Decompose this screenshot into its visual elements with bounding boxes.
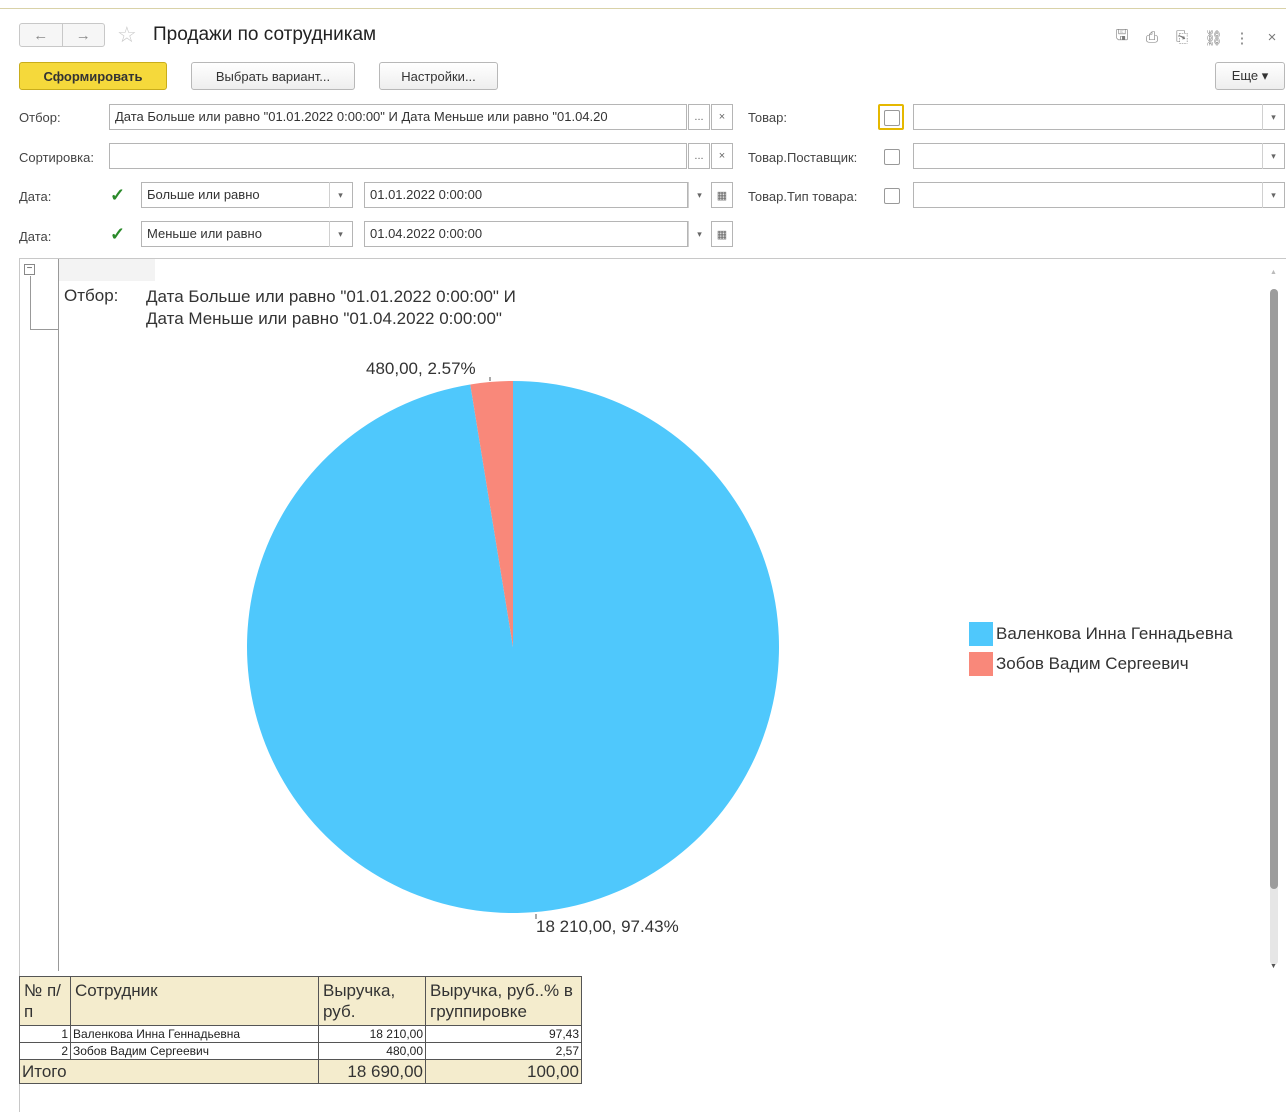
legend-label: Валенкова Инна Геннадьевна	[996, 624, 1233, 643]
settings-button[interactable]: Настройки...	[379, 62, 498, 90]
more-vertical-icon[interactable]: ⋮	[1234, 29, 1250, 47]
product-supplier-label: Товар.Поставщик:	[748, 150, 858, 165]
scroll-thumb[interactable]	[1270, 289, 1278, 889]
favorite-star-icon[interactable]: ☆	[117, 21, 137, 49]
cell-number: 1	[19, 1025, 71, 1043]
table-row[interactable]: 1 Валенкова Инна Геннадьевна 18 210,00 9…	[19, 1025, 582, 1043]
link-icon[interactable]: ⛓	[1204, 29, 1223, 47]
product-supplier-checkbox[interactable]	[884, 149, 900, 165]
legend-item: Валенкова Инна Геннадьевна	[969, 619, 1233, 649]
total-label: Итого	[19, 1059, 319, 1084]
cell-employee: Валенкова Инна Геннадьевна	[70, 1025, 319, 1043]
date1-value-field[interactable]: 01.01.2022 0:00:00	[364, 182, 688, 208]
product-type-field[interactable]	[913, 182, 1285, 208]
legend-swatch	[969, 652, 993, 676]
date2-value-field[interactable]: 01.04.2022 0:00:00	[364, 221, 688, 247]
cell-revenue: 480,00	[318, 1042, 426, 1060]
date2-dropdown-icon[interactable]: ▾	[688, 221, 710, 247]
date1-condition-dropdown-icon[interactable]: ▾	[329, 182, 351, 208]
back-button[interactable]: ←	[20, 24, 62, 46]
total-revenue: 18 690,00	[318, 1059, 426, 1084]
col-header-revenue: Выручка, руб.	[318, 976, 426, 1026]
table-row[interactable]: 2 Зобов Вадим Сергеевич 480,00 2,57	[19, 1042, 582, 1060]
total-pct: 100,00	[425, 1059, 582, 1084]
otbor-select-button[interactable]: ...	[688, 104, 710, 130]
chart-legend: Валенкова Инна Геннадьевна Зобов Вадим Се…	[969, 619, 1233, 679]
date2-checkbox[interactable]: ✓	[110, 225, 125, 243]
generate-button[interactable]: Сформировать	[19, 62, 167, 90]
legend-swatch	[969, 622, 993, 646]
cell-revenue-pct: 2,57	[425, 1042, 582, 1060]
product-supplier-field[interactable]	[913, 143, 1285, 169]
legend-label: Зобов Вадим Сергеевич	[996, 654, 1189, 673]
legend-item: Зобов Вадим Сергеевич	[969, 649, 1233, 679]
sort-clear-button[interactable]: ×	[711, 143, 733, 169]
cell-employee: Зобов Вадим Сергеевич	[70, 1042, 319, 1060]
otbor-label: Отбор:	[19, 110, 61, 125]
otbor-clear-button[interactable]: ×	[711, 104, 733, 130]
product-type-dropdown-icon[interactable]: ▾	[1262, 182, 1284, 208]
navigation-buttons: ← →	[19, 23, 105, 47]
report-table: № п/п Сотрудник Выручка, руб. Выручка, р…	[19, 976, 582, 1084]
pie-slice	[247, 381, 780, 913]
pie-slice-label: 18 210,00, 97.43%	[536, 917, 679, 936]
sort-label: Сортировка:	[19, 150, 94, 165]
otbor-field[interactable]: Дата Больше или равно "01.01.2022 0:00:0…	[109, 104, 687, 130]
scroll-up-icon[interactable]: ▲	[1270, 269, 1277, 276]
date2-calendar-icon[interactable]: ▦	[711, 221, 733, 247]
window-toolbar: 🖫 ⎙ ⎘ ⛓ ⋮ ×	[1114, 25, 1280, 50]
table-header-row: № п/п Сотрудник Выручка, руб. Выручка, р…	[19, 976, 582, 1026]
preview-icon[interactable]: ⎘	[1174, 29, 1190, 46]
date2-condition-dropdown-icon[interactable]: ▾	[329, 221, 351, 247]
choose-variant-button[interactable]: Выбрать вариант...	[191, 62, 355, 90]
date1-checkbox[interactable]: ✓	[110, 186, 125, 204]
more-button[interactable]: Еще ▾	[1215, 62, 1285, 90]
product-type-label: Товар.Тип товара:	[748, 189, 858, 204]
date2-condition-select[interactable]: Меньше или равно	[141, 221, 353, 247]
print-icon[interactable]: ⎙	[1144, 29, 1160, 46]
page-title: Продажи по сотрудникам	[153, 24, 377, 45]
col-header-revenue-pct: Выручка, руб..% в группировке	[425, 976, 582, 1026]
cell-number: 2	[19, 1042, 71, 1060]
pie-slice-label: 480,00, 2.57%	[366, 359, 476, 378]
cell-revenue-pct: 97,43	[425, 1025, 582, 1043]
col-header-number: № п/п	[19, 976, 71, 1026]
product-label: Товар:	[748, 110, 787, 125]
close-icon[interactable]: ×	[1264, 29, 1280, 46]
date1-calendar-icon[interactable]: ▦	[711, 182, 733, 208]
top-border	[0, 0, 1286, 9]
date1-label: Дата:	[19, 189, 52, 204]
col-header-employee: Сотрудник	[70, 976, 319, 1026]
product-field[interactable]	[913, 104, 1285, 130]
cell-revenue: 18 210,00	[318, 1025, 426, 1043]
table-total-row: Итого 18 690,00 100,00	[19, 1059, 582, 1084]
product-dropdown-icon[interactable]: ▾	[1262, 104, 1284, 130]
product-type-checkbox[interactable]	[884, 188, 900, 204]
date2-label: Дата:	[19, 229, 52, 244]
sort-select-button[interactable]: ...	[688, 143, 710, 169]
date1-dropdown-icon[interactable]: ▾	[688, 182, 710, 208]
product-checkbox[interactable]	[878, 104, 904, 130]
date1-condition-select[interactable]: Больше или равно	[141, 182, 353, 208]
product-supplier-dropdown-icon[interactable]: ▾	[1262, 143, 1284, 169]
forward-button[interactable]: →	[61, 24, 105, 46]
vertical-scrollbar[interactable]: ▲ ▼	[1269, 269, 1279, 973]
sort-field[interactable]	[109, 143, 687, 169]
scroll-down-icon[interactable]: ▼	[1270, 963, 1277, 970]
save-icon[interactable]: 🖫	[1114, 25, 1130, 50]
